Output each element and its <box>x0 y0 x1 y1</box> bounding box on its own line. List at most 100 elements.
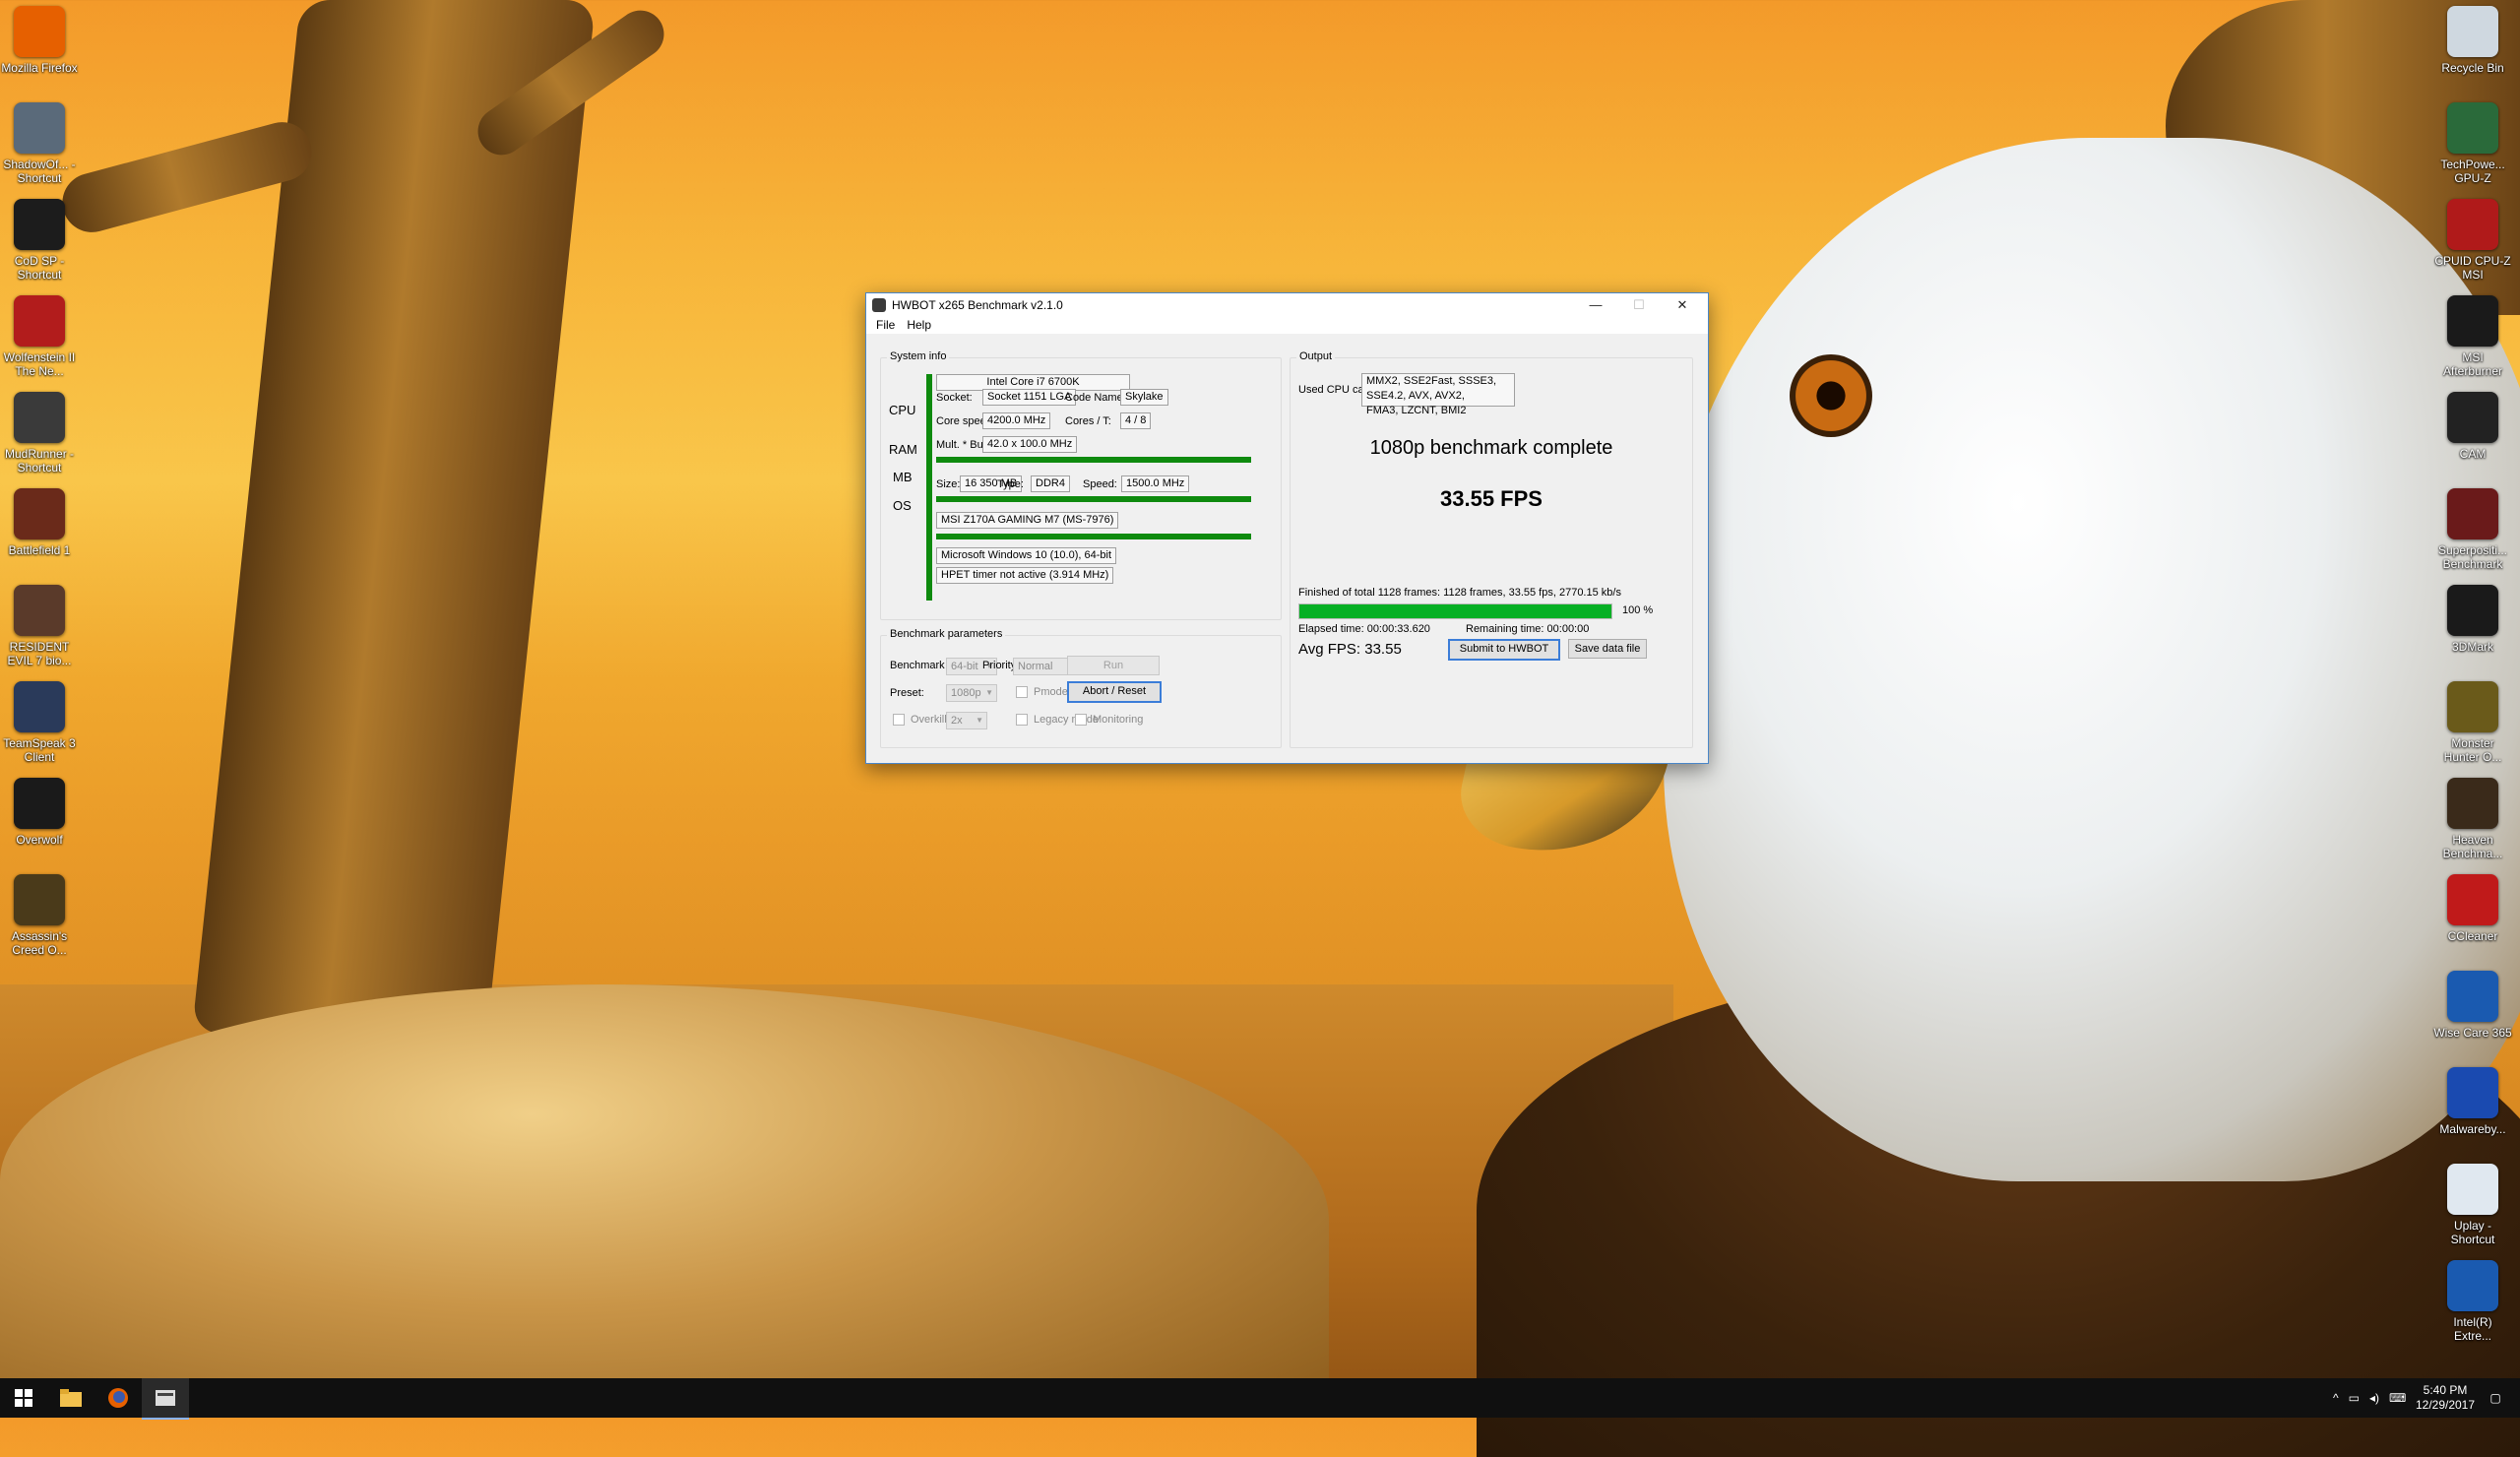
desktop-icon-uplay[interactable]: Uplay - Shortcut <box>2433 1164 2512 1246</box>
mb-box: MSI Z170A GAMING M7 (MS-7976) <box>936 512 1119 529</box>
checkbox-box <box>1016 686 1028 698</box>
desktop-icon-intel-xtu[interactable]: Intel(R) Extre... <box>2433 1260 2512 1343</box>
mb-value: MSI Z170A GAMING M7 (MS-7976) <box>941 514 1114 526</box>
desktop-icon-shadow-of-war[interactable]: ShadowOf... - Shortcut <box>0 102 79 185</box>
desktop-icon-label: RESIDENT EVIL 7 bio... <box>7 640 72 667</box>
close-button[interactable]: ✕ <box>1661 293 1704 316</box>
teamspeak-icon <box>14 681 65 732</box>
timer-box: HPET timer not active (3.914 MHz) <box>936 567 1114 584</box>
shadow-of-war-icon <box>14 102 65 154</box>
hwbot-icon[interactable] <box>142 1378 189 1420</box>
socket-value: Socket 1151 LGA <box>987 391 1072 403</box>
desktop-icon-teamspeak[interactable]: TeamSpeak 3 Client <box>0 681 79 764</box>
submit-to-hwbot-button[interactable]: Submit to HWBOT <box>1448 639 1560 661</box>
desktop-icon-superposition[interactable]: Superpositi... Benchmark <box>2433 488 2512 571</box>
firefox-icon[interactable] <box>94 1378 142 1418</box>
chevron-down-icon: ▼ <box>985 688 993 697</box>
menu-help[interactable]: Help <box>901 318 937 332</box>
os-section-label: OS <box>893 498 912 513</box>
volume-icon[interactable]: ◂) <box>2369 1391 2379 1405</box>
ram-type-value: DDR4 <box>1036 477 1065 489</box>
assassins-creed-icon <box>14 874 65 925</box>
desktop-icon-assassins-creed[interactable]: Assassin's Creed O... <box>0 874 79 957</box>
abort-reset-button[interactable]: Abort / Reset <box>1067 681 1162 703</box>
superposition-icon <box>2447 488 2498 539</box>
pmode-label: Pmode <box>1034 686 1068 698</box>
core-speed-box: 4200.0 MHz <box>982 412 1051 429</box>
keyboard-icon[interactable]: ⌨ <box>2389 1391 2406 1405</box>
clock[interactable]: 5:40 PM 12/29/2017 <box>2406 1378 2485 1418</box>
windows-start-icon[interactable] <box>0 1378 47 1418</box>
desktop-icon-monster-hunter[interactable]: Monster Hunter O... <box>2433 681 2512 764</box>
desktop-icon-recycle-bin[interactable]: Recycle Bin <box>2433 6 2512 75</box>
clock-time: 5:40 PM <box>2423 1383 2468 1397</box>
benchmark-params-group: Benchmark parameters Benchmark type: 64-… <box>880 628 1282 748</box>
desktop-icon-firefox[interactable]: Mozilla Firefox <box>0 6 79 75</box>
desktop-icon-afterburner[interactable]: MSI Afterburner <box>2433 295 2512 378</box>
save-data-file-button[interactable]: Save data file <box>1568 639 1647 659</box>
desktop-icon-overwolf[interactable]: Overwolf <box>0 778 79 847</box>
ram-speed-box: 1500.0 MHz <box>1121 475 1190 492</box>
cod-icon <box>14 199 65 250</box>
ram-speed-value: 1500.0 MHz <box>1126 477 1185 489</box>
desktop-icon-cam[interactable]: CAM <box>2433 392 2512 461</box>
desktop-icon-heaven[interactable]: Heaven Benchma... <box>2433 778 2512 860</box>
file-explorer-icon[interactable] <box>47 1378 94 1418</box>
desktop-icon-cpu-z[interactable]: CPUID CPU-Z MSI <box>2433 199 2512 282</box>
timer-value: HPET timer not active (3.914 MHz) <box>941 569 1109 581</box>
desktop-icon-wise-care[interactable]: Wise Care 365 <box>2433 971 2512 1040</box>
monitoring-label: Monitoring <box>1093 714 1144 726</box>
mult-value: 42.0 x 100.0 MHz <box>987 438 1073 450</box>
desktop-icon-resident-evil[interactable]: RESIDENT EVIL 7 bio... <box>0 585 79 667</box>
desktop-icon-3dmark[interactable]: 3DMark <box>2433 585 2512 654</box>
desktop-icon-label: Battlefield 1 <box>8 543 71 557</box>
cpu-z-icon <box>2447 199 2498 250</box>
cores-label: Cores / T: <box>1065 415 1111 427</box>
chevron-down-icon: ▼ <box>976 716 983 725</box>
preset-select[interactable]: 1080p ▼ <box>946 684 997 702</box>
progress-fill <box>1299 604 1611 618</box>
menu-file[interactable]: File <box>870 318 901 332</box>
afterburner-icon <box>2447 295 2498 347</box>
wolfenstein-icon <box>14 295 65 347</box>
title-bar[interactable]: HWBOT x265 Benchmark v2.1.0 — ☐ ✕ <box>866 293 1708 316</box>
uplay-icon <box>2447 1164 2498 1215</box>
pmode-checkbox[interactable]: Pmode <box>1016 686 1068 698</box>
codename-box: Skylake <box>1120 389 1168 406</box>
desktop-icon-label: CPUID CPU-Z MSI <box>2434 254 2511 282</box>
desktop-icon-label: Uplay - Shortcut <box>2450 1219 2495 1246</box>
capabilities-box: MMX2, SSE2Fast, SSSE3, SSE4.2, AVX, AVX2… <box>1361 373 1515 416</box>
monitoring-checkbox[interactable]: Monitoring <box>1075 714 1143 726</box>
desktop-icon-battlefield[interactable]: Battlefield 1 <box>0 488 79 557</box>
notification-icon[interactable]: ▢ <box>2481 1378 2510 1418</box>
hwbot-app-icon <box>872 297 886 312</box>
system-info-group: System info CPU RAM MB OS Intel Core i7 … <box>880 350 1282 620</box>
desktop-icon-malwarebytes[interactable]: Malwareby... <box>2433 1067 2512 1136</box>
capabilities-line1: MMX2, SSE2Fast, SSSE3, SSE4.2, AVX, AVX2… <box>1366 375 1497 402</box>
wallpaper-eagle-head <box>1664 138 2520 1181</box>
ram-section-label: RAM <box>889 442 917 457</box>
run-button[interactable]: Run <box>1067 656 1160 675</box>
desktop-icon-label: Superpositi... Benchmark <box>2437 543 2508 571</box>
intel-xtu-icon <box>2447 1260 2498 1311</box>
benchmark-type-value: 64-bit <box>951 661 978 672</box>
network-icon[interactable]: ▭ <box>2349 1391 2360 1405</box>
desktop-icon-label: TeamSpeak 3 Client <box>3 736 76 764</box>
desktop-icon-gpu-z[interactable]: TechPowe... GPU-Z <box>2433 102 2512 185</box>
checkbox-box <box>1016 714 1028 726</box>
desktop-icon-ccleaner[interactable]: CCleaner <box>2433 874 2512 943</box>
desktop-icon-label: CoD SP - Shortcut <box>14 254 65 282</box>
desktop-icon-label: Wolfenstein II The Ne... <box>3 350 76 378</box>
desktop-icon-mudrunner[interactable]: MudRunner - Shortcut <box>0 392 79 475</box>
maximize-button[interactable]: ☐ <box>1617 293 1661 316</box>
overkill-select[interactable]: 2x ▼ <box>946 712 987 729</box>
minimize-button[interactable]: — <box>1574 293 1617 316</box>
battlefield-icon <box>14 488 65 539</box>
malwarebytes-icon <box>2447 1067 2498 1118</box>
ccleaner-icon <box>2447 874 2498 925</box>
system-tray: ^ ▭ ◂) ⌨ <box>2333 1378 2406 1418</box>
desktop-icon-cod[interactable]: CoD SP - Shortcut <box>0 199 79 282</box>
chevron-up-icon[interactable]: ^ <box>2333 1391 2339 1405</box>
desktop-icon-label: CCleaner <box>2447 929 2498 943</box>
desktop-icon-wolfenstein[interactable]: Wolfenstein II The Ne... <box>0 295 79 378</box>
